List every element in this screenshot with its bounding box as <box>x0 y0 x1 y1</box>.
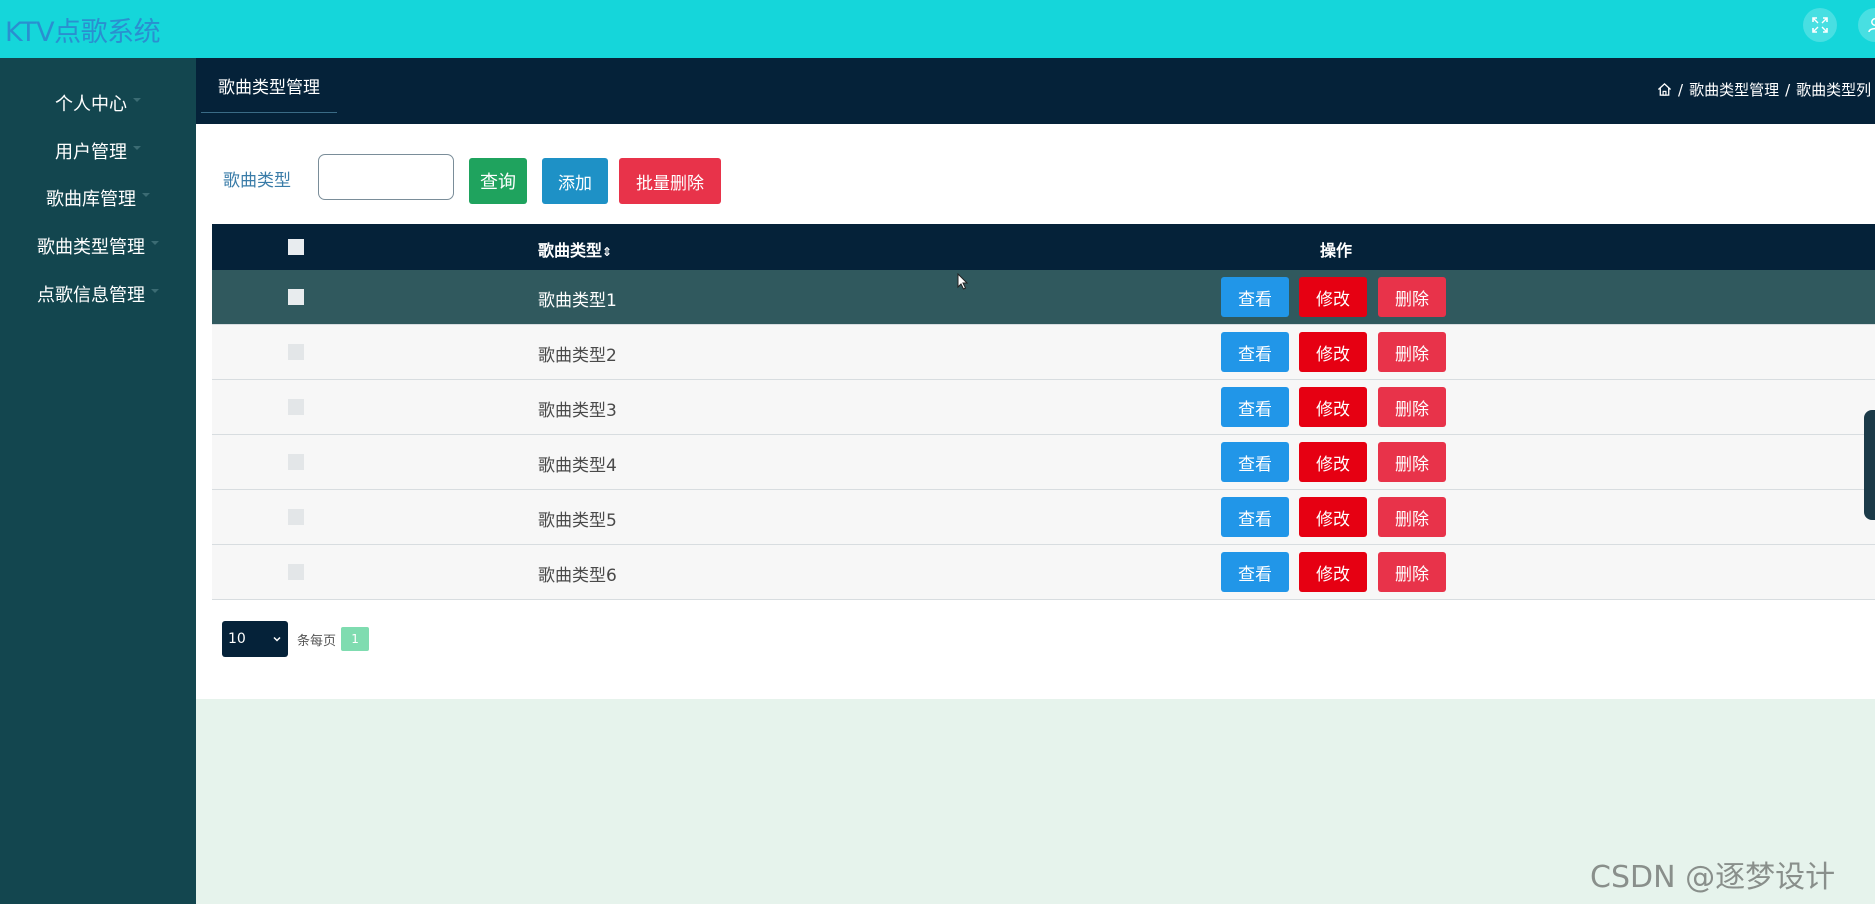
song-type-cell: 歌曲类型3 <box>538 401 617 421</box>
page-tab[interactable]: 歌曲类型管理 <box>201 58 337 113</box>
song-type-cell: 歌曲类型1 <box>538 291 617 311</box>
column-header-song-type[interactable]: 歌曲类型⇕ <box>538 237 612 261</box>
table-row[interactable]: 歌曲类型5 查看 修改 删除 <box>212 490 1875 545</box>
side-scroll-handle[interactable] <box>1864 410 1875 520</box>
song-type-cell: 歌曲类型6 <box>538 566 617 586</box>
user-button[interactable] <box>1858 8 1875 42</box>
edit-button[interactable]: 修改 <box>1299 442 1367 482</box>
view-button[interactable]: 查看 <box>1221 497 1289 537</box>
home-icon[interactable] <box>1657 82 1672 97</box>
top-bar: KTV点歌系统 <box>0 0 1875 58</box>
chevron-down-icon <box>273 636 281 642</box>
row-checkbox[interactable] <box>288 344 304 360</box>
chevron-down-icon <box>133 146 141 150</box>
edit-button[interactable]: 修改 <box>1299 497 1367 537</box>
batch-delete-button[interactable]: 批量删除 <box>619 158 721 204</box>
breadcrumb: / 歌曲类型管理 / 歌曲类型列 <box>1657 79 1871 100</box>
view-button[interactable]: 查看 <box>1221 277 1289 317</box>
chevron-down-icon <box>142 193 150 197</box>
chevron-down-icon <box>151 289 159 293</box>
per-page-label: 条每页 <box>297 633 337 649</box>
mouse-cursor-icon <box>957 273 969 290</box>
column-header-actions: 操作 <box>1320 241 1353 260</box>
delete-button[interactable]: 删除 <box>1378 442 1446 482</box>
song-type-cell: 歌曲类型5 <box>538 511 617 531</box>
row-checkbox[interactable] <box>288 454 304 470</box>
table-row[interactable]: 歌曲类型4 查看 修改 删除 <box>212 435 1875 490</box>
fullscreen-expand-icon <box>1812 17 1828 33</box>
delete-button[interactable]: 删除 <box>1378 387 1446 427</box>
query-button[interactable]: 查询 <box>469 158 527 204</box>
view-button[interactable]: 查看 <box>1221 442 1289 482</box>
song-type-cell: 歌曲类型4 <box>538 456 617 476</box>
page-size-select[interactable]: 10 <box>222 621 288 657</box>
breadcrumb-item: 歌曲类型列 <box>1796 81 1872 99</box>
chevron-down-icon <box>151 241 159 245</box>
sidebar-item-label: 歌曲库管理 <box>46 189 136 210</box>
chevron-down-icon <box>133 98 141 102</box>
delete-button[interactable]: 删除 <box>1378 277 1446 317</box>
sidebar-item-song-library[interactable]: 歌曲库管理 <box>0 180 196 216</box>
row-checkbox[interactable] <box>288 399 304 415</box>
table-header: 歌曲类型⇕ 操作 <box>212 224 1875 270</box>
row-checkbox[interactable] <box>288 564 304 580</box>
fullscreen-button[interactable] <box>1803 8 1837 42</box>
add-button[interactable]: 添加 <box>542 158 608 204</box>
select-all-checkbox[interactable] <box>288 239 304 255</box>
delete-button[interactable]: 删除 <box>1378 332 1446 372</box>
pagination: 10 条每页 1 <box>222 621 370 657</box>
delete-button[interactable]: 删除 <box>1378 552 1446 592</box>
breadcrumb-separator: / <box>1785 80 1791 99</box>
row-checkbox[interactable] <box>288 289 304 305</box>
view-button[interactable]: 查看 <box>1221 552 1289 592</box>
sidebar-item-label: 点歌信息管理 <box>37 285 145 306</box>
sidebar-item-label: 个人中心 <box>55 94 127 115</box>
sidebar-item-song-request[interactable]: 点歌信息管理 <box>0 276 196 312</box>
view-button[interactable]: 查看 <box>1221 387 1289 427</box>
sort-icon[interactable]: ⇕ <box>602 245 612 259</box>
view-button[interactable]: 查看 <box>1221 332 1289 372</box>
user-icon <box>1868 18 1875 33</box>
edit-button[interactable]: 修改 <box>1299 277 1367 317</box>
search-label: 歌曲类型 <box>223 171 291 191</box>
table-row[interactable]: 歌曲类型2 查看 修改 删除 <box>212 325 1875 380</box>
table-row[interactable]: 歌曲类型1 查看 修改 删除 <box>212 270 1875 325</box>
table-row[interactable]: 歌曲类型3 查看 修改 删除 <box>212 380 1875 435</box>
sidebar-item-song-type[interactable]: 歌曲类型管理 <box>0 228 196 264</box>
breadcrumb-separator: / <box>1678 80 1684 99</box>
song-type-search-input[interactable] <box>318 154 454 200</box>
page-size-value: 10 <box>228 631 246 647</box>
row-checkbox[interactable] <box>288 509 304 525</box>
song-type-cell: 歌曲类型2 <box>538 346 617 366</box>
edit-button[interactable]: 修改 <box>1299 332 1367 372</box>
sidebar: 个人中心 用户管理 歌曲库管理 歌曲类型管理 点歌信息管理 <box>0 58 196 904</box>
page-number-button[interactable]: 1 <box>341 627 370 651</box>
watermark: CSDN @逐梦设计 <box>1590 860 1836 895</box>
sidebar-item-user-management[interactable]: 用户管理 <box>0 133 196 169</box>
sidebar-item-personal-center[interactable]: 个人中心 <box>0 85 196 121</box>
breadcrumb-item[interactable]: 歌曲类型管理 <box>1689 79 1779 100</box>
edit-button[interactable]: 修改 <box>1299 387 1367 427</box>
app-title: KTV点歌系统 <box>5 17 161 48</box>
sidebar-item-label: 歌曲类型管理 <box>37 237 145 258</box>
table-row[interactable]: 歌曲类型6 查看 修改 删除 <box>212 545 1875 600</box>
delete-button[interactable]: 删除 <box>1378 497 1446 537</box>
content-header: 歌曲类型管理 / 歌曲类型管理 / 歌曲类型列 <box>196 58 1875 124</box>
main-panel: 歌曲类型 查询 添加 批量删除 歌曲类型⇕ 操作 歌曲类型1 查看 修改 删除 … <box>196 124 1875 699</box>
sidebar-item-label: 用户管理 <box>55 142 127 163</box>
edit-button[interactable]: 修改 <box>1299 552 1367 592</box>
